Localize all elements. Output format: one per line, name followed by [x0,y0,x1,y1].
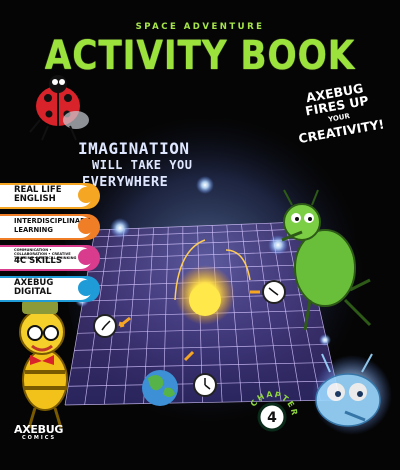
feature-tab-interdisciplinary: INTERDISCIPLINARY LEARNING [0,214,100,240]
clock-icon [193,373,217,397]
slogan: IMAGINATION WILL TAKE YOU EVERYWHERE [78,140,318,191]
slogan-line: IMAGINATION [78,139,190,158]
feature-label: REAL LIFE ENGLISH [14,185,62,204]
feature-tab-4c-skills: COMMUNICATION • COLLABORATION • CREATIVE… [0,245,100,271]
speech-icon [78,187,94,203]
chapter-badge: CHAPTER 4 [249,390,298,432]
clock-icon [262,280,286,304]
screen-icon [78,280,94,296]
publisher-logo: AXEBUG COMICS [14,423,64,442]
feature-tab-real-life-english: REAL LIFE ENGLISH [0,183,100,209]
star-glow [110,218,130,238]
feature-label: INTERDISCIPLINARY LEARNING [14,217,90,234]
slogan-line: WILL TAKE YOU [92,158,193,172]
star-glow [319,334,331,346]
series-label: SPACE ADVENTURE [135,22,265,32]
clock-icon [93,314,117,338]
book-title: ACTIVITY BOOK [44,33,356,79]
publisher-name: AXEBUG [14,423,64,436]
sun-core [189,284,221,316]
bee-character [19,300,68,429]
publisher-sub: COMICS [22,435,57,441]
puzzle-icon [78,249,94,265]
ladybug-character [29,75,89,141]
feature-label: AXEBUG DIGITAL [14,278,54,297]
book-icon [78,218,94,234]
book-cover: SPACE ADVENTURE ACTIVITY BOOK AXEBUG FIR… [0,0,400,470]
feature-label: 4C SKILLS [14,256,62,266]
chapter-number: 4 [267,410,277,426]
slogan-line: EVERYWHERE [82,174,169,190]
feature-tab-axebug-digital: AXEBUG DIGITAL [0,276,100,302]
